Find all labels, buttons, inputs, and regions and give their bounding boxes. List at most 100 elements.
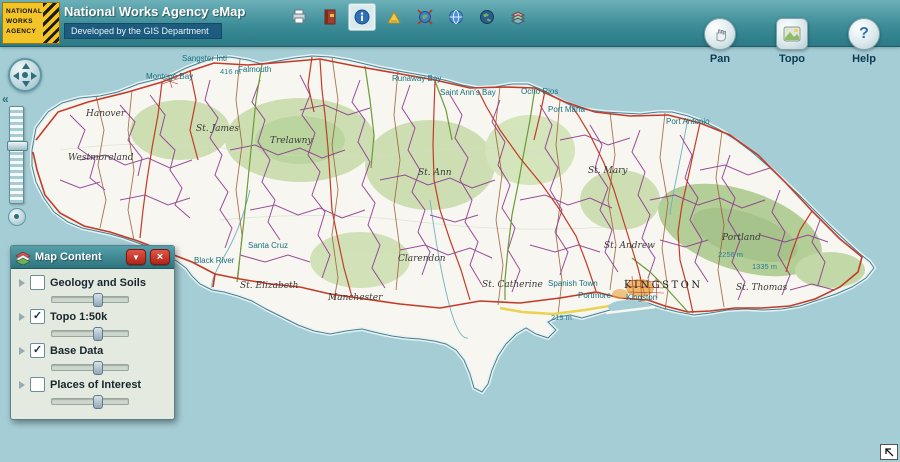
pan-button-label: Pan [698,53,742,65]
zoom-slider[interactable] [9,106,24,204]
page-title: National Works Agency eMap [64,4,245,19]
info-icon [353,8,371,26]
layer-row-geology: Geology and Soils [19,275,166,303]
zoom-out-button[interactable] [8,208,26,226]
parish-label-clarendon: Clarendon [398,254,446,264]
layer-label-base-data: Base Data [50,345,103,357]
measure-icon [385,8,403,26]
layer-label-topo: Topo 1:50k [50,311,107,323]
overview-globe-button[interactable] [474,4,500,30]
elevation-label-1: 416 m [220,67,241,76]
dark-globe-icon [478,8,496,26]
layer-opacity-slider-geology[interactable] [51,296,129,303]
elevation-label-3: 2256 m [718,250,743,259]
pan-west-arrow-icon [13,72,19,80]
zoom-out-icon [14,214,19,219]
slider-thumb[interactable] [93,293,103,307]
town-label-portmore: Portmore [578,291,611,300]
app-window: Hanover Westmoreland St. James Trelawny … [0,0,900,462]
parish-label-st-andrew: St. Andrew [604,241,655,251]
town-label-st-anns-bay: Saint Ann's Bay [440,88,496,97]
print-tool-button[interactable] [286,4,312,30]
layer-checkbox-base-data[interactable]: ✓ [30,343,45,358]
layer-checkbox-geology[interactable] [30,275,45,290]
globe-arrows-icon [416,8,434,26]
town-label-spanish-town: Spanish Town [548,279,598,288]
layer-row-topo: ✓ Topo 1:50k [19,309,166,337]
book-icon [321,8,339,26]
map-content-panel-header[interactable]: Map Content ▼ × [11,246,174,269]
pan-compass-control[interactable] [8,58,42,92]
town-label-kingston-city: Kingston [626,293,657,302]
town-label-port-maria: Port Maria [548,105,585,114]
parish-label-portland: Portland [721,233,761,243]
town-label-falmouth: Falmouth [238,65,271,74]
arrow-up-left-icon [883,447,895,457]
expand-arrow-icon[interactable] [19,347,25,355]
topo-button-label: Topo [770,53,814,65]
layer-checkbox-topo[interactable]: ✓ [30,309,45,324]
hand-pan-icon [711,25,729,43]
map-mode-buttons: Pan Topo ? Help [698,18,886,65]
parish-label-westmoreland: Westmoreland [68,153,134,163]
layer-row-base-data: ✓ Base Data [19,343,166,371]
parish-label-hanover: Hanover [85,109,126,119]
town-label-runaway-bay: Runaway Bay [392,74,441,83]
logo-stripes [43,3,59,43]
globe-icon [447,8,465,26]
expand-arrow-icon[interactable] [19,313,25,321]
help-button[interactable]: ? Help [842,18,886,65]
town-label-montego-bay: Montego Bay [146,72,193,81]
logo-line-3: AGENCY [6,27,42,37]
layer-opacity-slider-places[interactable] [51,398,129,405]
parish-label-st-elizabeth: St. Elizabeth [240,281,298,291]
expand-arrow-icon[interactable] [19,381,25,389]
panel-close-button[interactable]: × [150,249,170,265]
expand-arrow-icon[interactable] [19,279,25,287]
parish-label-trelawny: Trelawny [270,136,313,146]
topo-button[interactable]: Topo [770,18,814,65]
layers-tool-button[interactable] [505,4,531,30]
pan-north-arrow-icon [22,63,30,69]
pan-center-icon [22,72,28,78]
map-content-panel: Map Content ▼ × Geology and Soils ✓ [10,245,175,420]
collapse-controls-button[interactable]: « [2,92,9,106]
measure-tool-button[interactable] [381,4,407,30]
parish-label-st-james: St. James [196,124,239,134]
town-label-ocho-rios: Ocho Rios [521,87,558,96]
layer-opacity-slider-base-data[interactable] [51,364,129,371]
layers-icon [509,8,527,26]
parish-label-kingston: KINGSTON [624,280,703,291]
layer-opacity-slider-topo[interactable] [51,330,129,337]
reports-tool-button[interactable] [317,4,343,30]
globe-tool-button[interactable] [443,4,469,30]
slider-thumb[interactable] [93,395,103,409]
layer-row-places: Places of Interest [19,377,166,405]
layer-label-places: Places of Interest [50,379,141,391]
town-label-port-antonio: Port Antonio [666,117,710,126]
pan-east-arrow-icon [31,72,37,80]
town-label-santa-cruz: Santa Cruz [248,241,288,250]
pan-button[interactable]: Pan [698,18,742,65]
restore-corner-button[interactable] [880,444,898,460]
parish-label-manchester: Manchester [327,293,383,303]
zoom-slider-thumb[interactable] [7,141,28,151]
town-label-black-river: Black River [194,256,235,265]
page-subtitle: Developed by the GIS Department [64,23,222,39]
map-stack-icon [15,250,31,265]
print-icon [290,8,308,26]
slider-thumb[interactable] [93,327,103,341]
parish-label-st-ann: St. Ann [418,168,452,178]
topo-map-icon [782,24,802,44]
layer-checkbox-places[interactable] [30,377,45,392]
elevation-label-4: 1335 m [752,262,777,271]
slider-thumb[interactable] [93,361,103,375]
zoom-full-extent-button[interactable] [412,4,438,30]
parish-label-st-catherine: St. Catherine [482,280,543,290]
logo-line-2: WORKS [6,17,42,27]
panel-collapse-button[interactable]: ▼ [126,249,146,265]
layer-label-geology: Geology and Soils [50,277,146,289]
town-label-sangster: Sangster Intl [182,54,227,63]
identify-tool-button[interactable] [348,3,376,31]
nwa-logo: NATIONAL WORKS AGENCY [2,2,60,44]
